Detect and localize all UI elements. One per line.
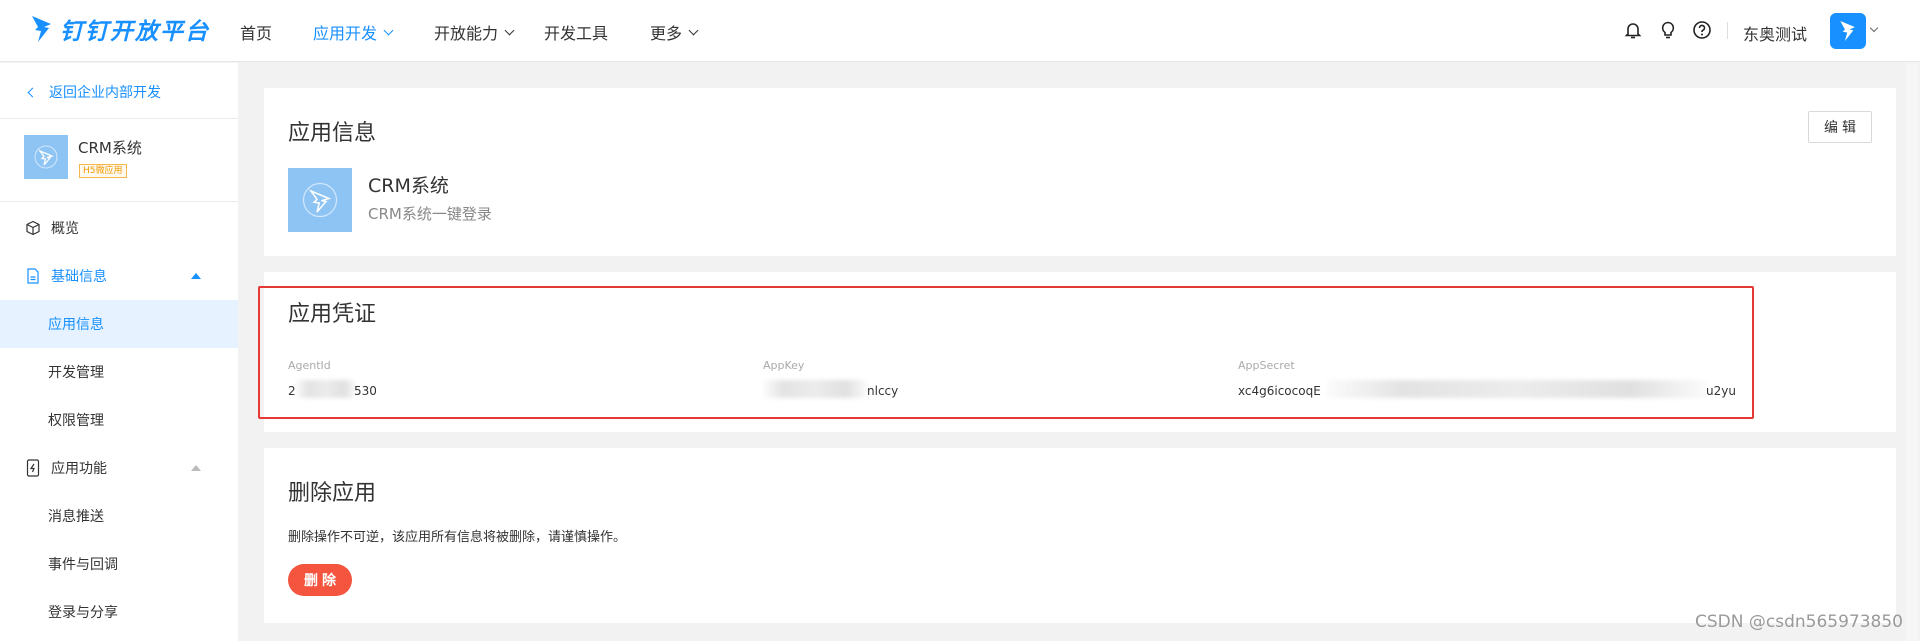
collapse-arrow-icon: [191, 273, 201, 279]
sidebar-item-app-info[interactable]: 应用信息: [0, 300, 238, 348]
app-info-title: 应用信息: [288, 121, 377, 146]
nav-more-label: 更多: [650, 24, 683, 43]
back-to-internal-dev-link[interactable]: 返回企业内部开发: [27, 82, 161, 102]
sidebar-item-label: 消息推送: [48, 509, 104, 525]
nav-dev-tools[interactable]: 开发工具: [544, 20, 608, 44]
nav-open-capability-label: 开放能力: [434, 24, 499, 43]
divider: [0, 118, 238, 119]
delete-button[interactable]: 删除: [288, 564, 352, 596]
chevron-down-icon: [504, 25, 515, 35]
edit-button[interactable]: 编辑: [1808, 111, 1872, 143]
watermark: CSDN @csdn565973850: [1695, 612, 1903, 632]
sidebar-item-app-features[interactable]: 应用功能: [0, 444, 238, 492]
agent-id-label: AgentId: [288, 359, 331, 372]
app-credentials-title: 应用凭证: [288, 302, 377, 327]
redacted-mask: [763, 380, 867, 398]
sidebar-item-basic-info[interactable]: 基础信息: [0, 252, 238, 300]
sidebar-item-permission-management[interactable]: 权限管理: [0, 396, 238, 444]
sidebar-item-label: 登录与分享: [48, 605, 118, 621]
app-type-badge: H5微应用: [79, 164, 127, 178]
dingtalk-bird-icon: [1840, 21, 1855, 41]
app-credentials-card: 应用凭证 AgentId 2 530 AppKey nlccy AppSecre…: [264, 272, 1896, 432]
help-icon[interactable]: [1692, 20, 1712, 40]
dingtalk-bird-icon: [32, 16, 51, 42]
nav-home-label: 首页: [240, 24, 273, 43]
chevron-down-icon[interactable]: [1869, 23, 1879, 33]
delete-app-card: 删除应用 删除操作不可逆，该应用所有信息将被删除，请谨慎操作。 删除: [264, 448, 1896, 623]
nav-open-capability[interactable]: 开放能力: [434, 20, 515, 44]
delete-app-title: 删除应用: [288, 481, 377, 506]
app-name: CRM系统: [368, 175, 449, 197]
app-key-value-end: nlccy: [867, 384, 899, 398]
sidebar-item-label: 事件与回调: [48, 557, 118, 573]
nav-app-dev[interactable]: 应用开发: [313, 20, 394, 44]
nav-dev-tools-label: 开发工具: [544, 24, 609, 43]
app-info-card: 应用信息 编辑 CRM系统 CRM系统一键登录: [264, 88, 1896, 256]
sidebar-item-label: 基础信息: [51, 269, 107, 285]
lightbulb-icon[interactable]: [1658, 20, 1678, 40]
sidebar-item-overview[interactable]: 概览: [0, 204, 238, 252]
agent-id-value-start: 2: [288, 384, 296, 398]
redacted-mask: [1327, 380, 1707, 398]
sidebar-item-login-share[interactable]: 登录与分享: [0, 588, 238, 636]
sidebar-item-label: 应用功能: [51, 461, 107, 477]
app-icon: [24, 135, 68, 179]
delete-warning-text: 删除操作不可逆，该应用所有信息将被删除，请谨慎操作。: [288, 530, 627, 545]
bell-icon[interactable]: [1623, 20, 1643, 40]
cube-icon: [24, 219, 42, 237]
app-description: CRM系统一键登录: [368, 205, 492, 223]
sidebar-app-name: CRM系统: [78, 139, 142, 157]
redacted-mask: [296, 380, 356, 398]
nav-more[interactable]: 更多: [650, 20, 699, 44]
user-name[interactable]: 东奥测试: [1743, 21, 1807, 45]
avatar[interactable]: [1830, 13, 1866, 49]
app-icon: [288, 168, 352, 232]
chevron-down-icon: [688, 25, 699, 35]
sidebar-item-label: 权限管理: [48, 413, 104, 429]
sidebar: 返回企业内部开发 CRM系统 H5微应用 概览 基础信息 应用信息 开发管理 权…: [0, 63, 238, 641]
nav-home[interactable]: 首页: [240, 20, 272, 44]
app-secret-value-start: xc4g6icocoqE: [1238, 384, 1321, 398]
sidebar-item-events-callbacks[interactable]: 事件与回调: [0, 540, 238, 588]
divider: [0, 201, 238, 202]
sidebar-item-dev-management[interactable]: 开发管理: [0, 348, 238, 396]
document-icon: [24, 267, 42, 285]
app-secret-value-end: u2yu: [1706, 384, 1736, 398]
sidebar-item-label: 应用信息: [48, 317, 104, 333]
app-key-label: AppKey: [763, 359, 805, 372]
sidebar-item-message-push[interactable]: 消息推送: [0, 492, 238, 540]
sidebar-item-label: 开发管理: [48, 365, 104, 381]
header-divider: [1727, 22, 1728, 39]
phone-lightning-icon: [24, 459, 42, 477]
agent-id-value-end: 530: [354, 384, 377, 398]
scrollbar[interactable]: [1906, 63, 1918, 641]
chevron-left-icon: [27, 87, 38, 97]
top-header: 钉钉开放平台 首页 应用开发 开放能力 开发工具 更多 东奥测试: [0, 0, 1920, 62]
collapse-arrow-icon: [191, 465, 201, 471]
sidebar-item-label: 概览: [51, 221, 79, 237]
chevron-down-icon: [383, 25, 394, 35]
logo-text: 钉钉开放平台: [60, 19, 210, 45]
nav-app-dev-label: 应用开发: [313, 24, 378, 43]
app-secret-label: AppSecret: [1238, 359, 1295, 372]
dingtalk-logo[interactable]: 钉钉开放平台: [29, 12, 210, 46]
back-link-label: 返回企业内部开发: [49, 85, 161, 101]
